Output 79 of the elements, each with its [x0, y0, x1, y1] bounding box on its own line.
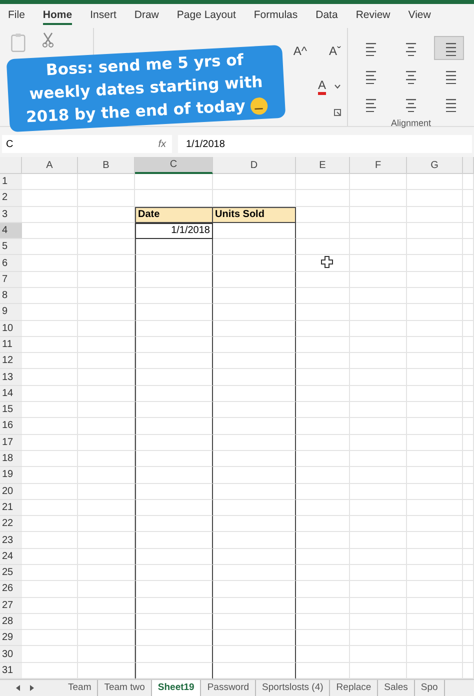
sheet-tab[interactable]: Sheet19 [152, 680, 202, 696]
sheet-tab[interactable]: Sportslosts (4) [256, 680, 330, 696]
row-header[interactable]: 12 [0, 353, 22, 370]
row-header[interactable]: 20 [0, 484, 22, 500]
align-icon [404, 68, 418, 84]
menu-tab[interactable]: Page Layout [176, 7, 236, 25]
column-header[interactable]: D [213, 157, 296, 174]
cell-reference: C [6, 138, 14, 150]
row-header[interactable]: 19 [0, 467, 22, 484]
row-header[interactable]: 22 [0, 516, 22, 532]
caret-icon[interactable] [334, 84, 341, 89]
menu-tab[interactable]: Draw [134, 7, 159, 25]
align-icon [404, 40, 418, 56]
font-color-button[interactable]: A [318, 78, 326, 95]
name-box[interactable]: C fx [2, 135, 172, 153]
column-header[interactable]: F [350, 157, 407, 174]
menu-tab[interactable]: File [8, 7, 25, 25]
row-header[interactable]: 18 [0, 450, 22, 468]
menu-tab[interactable]: Insert [90, 7, 116, 25]
header-cell[interactable]: Units Sold [213, 206, 296, 223]
row-header[interactable]: 13 [0, 369, 22, 386]
menu-tab[interactable]: Review [356, 7, 390, 25]
select-all-corner[interactable] [0, 157, 22, 174]
row-header[interactable]: 11 [0, 336, 22, 354]
previous-sheet-icon[interactable] [14, 684, 22, 692]
column-header[interactable] [463, 157, 474, 174]
row-header[interactable]: 29 [0, 630, 22, 646]
function-label[interactable]: fx [158, 138, 166, 150]
menu-tab[interactable]: View [408, 7, 431, 25]
column-header[interactable]: G [407, 157, 463, 174]
row-header[interactable]: 17 [0, 434, 22, 451]
row-header[interactable]: 3 [0, 206, 22, 223]
dialog-launcher-icon[interactable] [334, 109, 341, 116]
row-header[interactable]: 25 [0, 564, 22, 582]
emoji-icon [250, 96, 269, 116]
row-header[interactable]: 16 [0, 418, 22, 435]
row-header[interactable]: 27 [0, 598, 22, 614]
sheet-tab[interactable]: Spo [414, 680, 445, 696]
menu-tab[interactable]: Home [42, 7, 72, 25]
row-header[interactable]: 24 [0, 548, 22, 565]
formula-input[interactable]: 1/1/2018 [178, 135, 472, 153]
row-header[interactable]: 14 [0, 386, 22, 402]
sheet-tab[interactable]: Team [62, 680, 98, 696]
header-cell[interactable]: Date [135, 206, 213, 223]
row-header[interactable]: 31 [0, 662, 22, 679]
row-header[interactable]: 28 [0, 614, 22, 630]
menu-tab[interactable]: Formulas [254, 7, 298, 25]
row-header[interactable]: 9 [0, 304, 22, 321]
align-button[interactable] [434, 36, 464, 60]
row-header[interactable]: 30 [0, 646, 22, 663]
row-header[interactable]: 10 [0, 320, 22, 337]
next-sheet-icon[interactable] [28, 684, 36, 692]
row-header[interactable]: 5 [0, 239, 22, 256]
sheet-tab[interactable]: Sales [378, 680, 415, 696]
column-header[interactable]: C [135, 157, 213, 174]
clipboard-icon[interactable] [10, 32, 28, 53]
group-label: Alignment [390, 118, 432, 128]
column-header[interactable]: E [296, 157, 350, 174]
row-header[interactable]: 15 [0, 402, 22, 418]
sheet-tab[interactable]: Replace [330, 680, 378, 696]
row-header[interactable]: 6 [0, 255, 22, 272]
sheet-tab[interactable]: Password [201, 680, 256, 696]
grow-font-button[interactable]: A^ [293, 44, 307, 58]
row-header[interactable]: 8 [0, 288, 22, 304]
scissors-icon[interactable] [42, 32, 54, 48]
column-header[interactable]: A [22, 157, 78, 174]
row-header[interactable]: 26 [0, 581, 22, 598]
row-header[interactable]: 4 [0, 222, 22, 240]
row-header[interactable]: 2 [0, 190, 22, 207]
menu-tab[interactable]: Data [316, 7, 338, 25]
align-icon [404, 96, 418, 112]
row-header[interactable]: 7 [0, 272, 22, 288]
row-header[interactable]: 1 [0, 174, 22, 190]
cursor-icon [321, 256, 333, 268]
row-header[interactable]: 21 [0, 500, 22, 516]
column-header[interactable]: B [78, 157, 135, 174]
table-cell[interactable]: 1/1/2018 [135, 222, 213, 240]
row-header[interactable]: 23 [0, 532, 22, 549]
shrink-font-button[interactable]: Aˇ [329, 44, 341, 58]
